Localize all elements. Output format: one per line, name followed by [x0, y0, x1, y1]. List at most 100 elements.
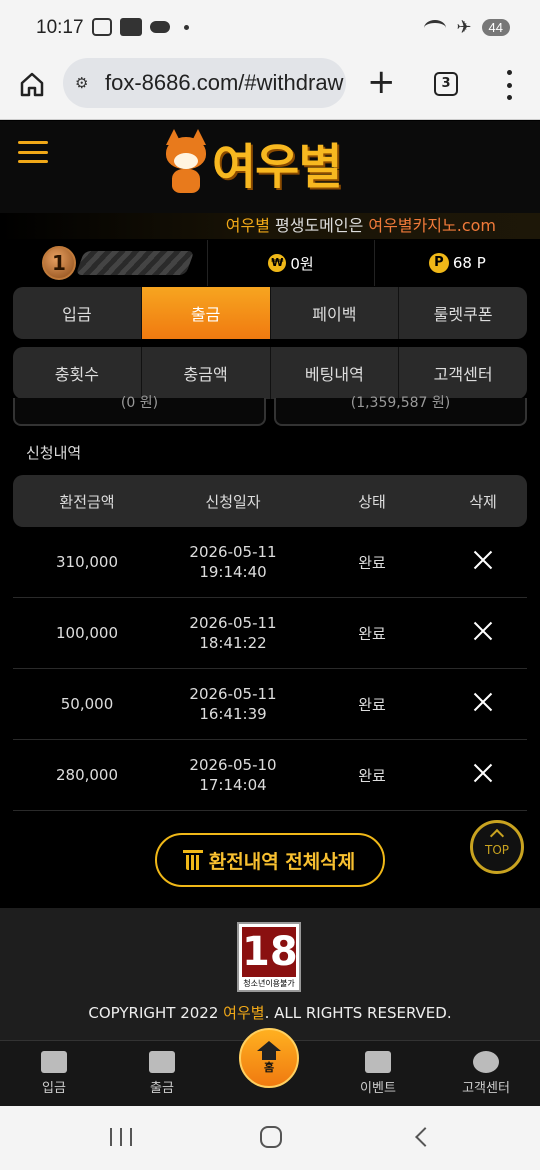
home-icon[interactable]: [18, 70, 46, 98]
nav-support[interactable]: 고객센터: [432, 1041, 540, 1106]
table-row: 310,000 2026-05-11 19:14:40 완료: [13, 527, 527, 598]
row-amount: 100,000: [55, 624, 119, 642]
row-delete: [439, 550, 527, 574]
tab-withdraw[interactable]: 출금: [140, 287, 270, 339]
domain-notice: 여우별 평생도메인은 여우별카지노.com: [0, 213, 540, 239]
scroll-top-button[interactable]: TOP: [470, 820, 524, 874]
point-coin-icon: P: [428, 253, 449, 273]
scroll-top-label: TOP: [484, 843, 509, 857]
clock: 10:17: [36, 17, 84, 38]
level-badge: 1: [42, 246, 76, 280]
header-date: 신청일자: [205, 492, 261, 511]
tab-betting-history[interactable]: 베팅내역: [269, 347, 399, 399]
footer: 18 청소년이용불가 COPYRIGHT 2022 여우별. ALL RIGHT…: [0, 908, 540, 1040]
point-value: 68 P: [452, 254, 486, 272]
delete-all-history-button[interactable]: 환전내역 전체삭제: [155, 833, 385, 887]
nav-withdraw-label: 출금: [150, 1081, 174, 1096]
row-amount: 280,000: [55, 766, 119, 784]
cloud-icon: [150, 21, 170, 33]
row-datetime: 2026-05-11 16:41:39: [161, 684, 305, 724]
status-bar: 10:17 ✈ 44: [0, 0, 540, 58]
card-icon: [41, 1051, 67, 1073]
hamburger-menu-icon[interactable]: [18, 141, 48, 163]
system-icons: ✈ 44: [424, 17, 510, 38]
tab-switcher-button[interactable]: 3: [434, 72, 458, 96]
chat-icon: [473, 1051, 499, 1073]
nav-event-label: 이벤트: [360, 1081, 396, 1096]
chevron-up-icon: [489, 828, 505, 844]
house-icon: [257, 1041, 281, 1060]
recent-apps-icon[interactable]: [110, 1128, 132, 1146]
row-status: 완료: [358, 766, 386, 785]
nav-withdraw[interactable]: 출금: [108, 1041, 216, 1106]
row-date: 2026-05-11: [189, 685, 277, 703]
tab-deposit-count[interactable]: 충횟수: [13, 347, 141, 399]
nav-deposit-label: 입금: [42, 1081, 66, 1096]
system-home-icon[interactable]: [260, 1126, 282, 1148]
airplane-icon: ✈: [456, 17, 472, 38]
webtoon-icon: [120, 18, 142, 36]
age-restriction-badge: 18 청소년이용불가: [237, 922, 301, 992]
row-delete: [439, 621, 527, 645]
point-balance: P 68 P: [373, 240, 540, 286]
atm-icon: [149, 1051, 175, 1073]
fox-mascot-icon: [162, 129, 210, 195]
domain-notice-brand: 여우별: [225, 216, 270, 235]
wifi-icon: [424, 19, 447, 36]
nav-home[interactable]: 홈: [239, 1028, 301, 1100]
row-amount: 310,000: [55, 553, 119, 571]
table-row: 100,000 2026-05-11 18:41:22 완료: [13, 598, 527, 669]
user-info-bar: 1 ₩ 0원 P 68 P: [0, 240, 540, 286]
domain-notice-link[interactable]: 여우별카지노.com: [368, 216, 496, 235]
row-delete: [439, 763, 527, 787]
site-logo[interactable]: 여우별: [162, 127, 342, 197]
tab-deposit[interactable]: 입금: [13, 287, 141, 339]
row-date: 2026-05-11: [189, 614, 277, 632]
row-datetime: 2026-05-11 19:14:40: [161, 542, 305, 582]
site-header: 여우별: [0, 121, 540, 213]
screenshot-icon: [92, 18, 112, 36]
nav-event[interactable]: 이벤트: [324, 1041, 432, 1106]
address-bar[interactable]: ⚙ fox-8686.com/#withdraw: [63, 58, 346, 108]
summary-box-left: (0 원): [13, 396, 266, 426]
system-navigation-bar: [0, 1106, 540, 1170]
tab-roulette-coupon[interactable]: 룰렛쿠폰: [398, 287, 527, 339]
battery-indicator: 44: [481, 19, 510, 36]
table-row: 280,000 2026-05-10 17:14:04 완료: [13, 740, 527, 811]
new-tab-icon[interactable]: +: [367, 62, 396, 102]
delete-icon[interactable]: [473, 621, 493, 641]
back-icon[interactable]: [415, 1127, 435, 1147]
row-delete: [439, 692, 527, 716]
summary-box-right: (1,359,587 원): [274, 396, 527, 426]
user-profile: 1: [0, 240, 207, 286]
header-delete: 삭제: [469, 492, 497, 511]
delete-icon[interactable]: [473, 550, 493, 570]
age-number: 18: [242, 927, 298, 977]
sub-tabs: 충횟수 충금액 베팅내역 고객센터: [13, 347, 527, 399]
money-balance: ₩ 0원: [207, 240, 373, 286]
delete-icon[interactable]: [473, 692, 493, 712]
header-amount: 환전금액: [59, 492, 115, 511]
site-settings-icon[interactable]: ⚙: [75, 74, 97, 92]
tab-payback[interactable]: 페이백: [269, 287, 399, 339]
nav-deposit[interactable]: 입금: [0, 1041, 108, 1106]
delete-icon[interactable]: [473, 763, 493, 783]
copyright-brand: 여우별: [223, 1004, 265, 1022]
url-text: fox-8686.com/#withdraw: [105, 70, 344, 95]
browser-menu-icon[interactable]: [506, 70, 512, 100]
tab-customer-center[interactable]: 고객센터: [398, 347, 527, 399]
logo-text: 여우별: [212, 139, 342, 195]
browser-toolbar: ⚙ fox-8686.com/#withdraw + 3: [0, 58, 540, 120]
row-datetime: 2026-05-11 18:41:22: [161, 613, 305, 653]
delete-all-label: 환전내역 전체삭제: [208, 850, 356, 873]
trash-icon: [182, 850, 203, 870]
section-title: 신청내역: [26, 444, 82, 462]
money-value: 0원: [290, 254, 314, 273]
table-header: 환전금액 신청일자 상태 삭제: [13, 475, 527, 527]
copyright-prefix: COPYRIGHT 2022: [88, 1004, 224, 1022]
tab-deposit-amount[interactable]: 충금액: [140, 347, 270, 399]
notification-icons: [92, 18, 189, 36]
row-time: 16:41:39: [199, 705, 267, 723]
copyright-suffix: . ALL RIGHTS RESERVED.: [264, 1004, 452, 1022]
summary-boxes: (0 원) (1,359,587 원): [13, 396, 527, 426]
